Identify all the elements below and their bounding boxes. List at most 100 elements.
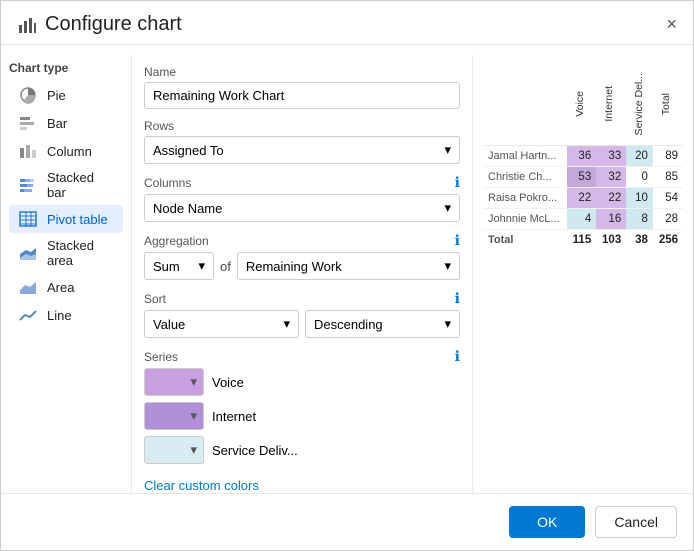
chart-icon [17, 15, 37, 35]
pie-label: Pie [47, 88, 66, 103]
sidebar-item-line[interactable]: Line [9, 301, 123, 329]
series-name-1: Internet [212, 409, 256, 424]
series-color-1[interactable]: ▾ [144, 402, 204, 430]
cell-3-3: 28 [653, 209, 683, 230]
pie-icon [17, 86, 39, 104]
sidebar-item-pivot-table[interactable]: Pivot table [9, 205, 123, 233]
table-row: Christie Ch... 53 32 0 85 [483, 167, 683, 188]
cell-0-1: 33 [596, 146, 626, 167]
pivot-table-label: Pivot table [47, 212, 108, 227]
name-input[interactable] [144, 82, 460, 109]
aggregation-func-chevron-icon: ▾ [198, 258, 205, 274]
total-1: 103 [596, 230, 626, 251]
pivot-table-icon [17, 210, 39, 228]
series-name-2: Service Deliv... [212, 443, 298, 458]
row-label-2: Raisa Pokro... [483, 188, 567, 209]
area-label: Area [47, 280, 74, 295]
pivot-header-empty [483, 63, 567, 146]
dialog-title: Configure chart [45, 13, 182, 36]
sort-by-value: Value [153, 317, 185, 332]
series-item-0: ▾ Voice [144, 368, 460, 396]
columns-info-icon: ℹ [455, 174, 460, 191]
config-panel: Name Rows Assigned To ▾ Columns ℹ Node N… [131, 55, 473, 493]
aggregation-field-select[interactable]: Remaining Work ▾ [237, 252, 460, 280]
series-name-0: Voice [212, 375, 244, 390]
rows-value: Assigned To [153, 143, 224, 158]
aggregation-row: Sum ▾ of Remaining Work ▾ [144, 252, 460, 280]
columns-select[interactable]: Node Name ▾ [144, 194, 460, 222]
pivot-header-internet: Internet [596, 63, 626, 146]
series-color-0-chevron: ▾ [190, 374, 197, 390]
table-row: Raisa Pokro... 22 22 10 54 [483, 188, 683, 209]
sort-by-select[interactable]: Value ▾ [144, 310, 299, 338]
sidebar-item-pie[interactable]: Pie [9, 81, 123, 109]
close-button[interactable]: × [662, 11, 681, 37]
sidebar-item-column[interactable]: Column [9, 137, 123, 165]
aggregation-field-value: Remaining Work [246, 259, 342, 274]
stacked-bar-icon [17, 176, 39, 194]
area-icon [17, 278, 39, 296]
sort-row: Value ▾ Descending ▾ [144, 310, 460, 338]
column-icon [17, 142, 39, 160]
rows-select[interactable]: Assigned To ▾ [144, 136, 460, 164]
pivot-header-service: Service Del... [626, 63, 653, 146]
sort-order-chevron-icon: ▾ [444, 316, 451, 332]
total-label: Total [483, 230, 567, 251]
cell-2-3: 54 [653, 188, 683, 209]
clear-custom-colors-link[interactable]: Clear custom colors [144, 478, 259, 493]
dialog-body: Chart type Pie [1, 45, 693, 493]
sidebar-item-stacked-bar[interactable]: Stacked bar [9, 165, 123, 205]
cell-1-1: 32 [596, 167, 626, 188]
sidebar-item-bar[interactable]: Bar [9, 109, 123, 137]
stacked-bar-label: Stacked bar [47, 170, 115, 200]
pivot-table: Voice Internet Service Del... Total [483, 63, 683, 250]
dialog-footer: OK Cancel [1, 493, 693, 550]
dialog-header: Configure chart × [1, 1, 693, 45]
aggregation-field-chevron-icon: ▾ [444, 258, 451, 274]
series-color-1-chevron: ▾ [190, 408, 197, 424]
cell-2-0: 22 [567, 188, 596, 209]
total-2: 38 [626, 230, 653, 251]
series-color-0[interactable]: ▾ [144, 368, 204, 396]
columns-label: Columns [144, 176, 191, 190]
columns-chevron-icon: ▾ [444, 200, 451, 216]
cell-2-2: 10 [626, 188, 653, 209]
sort-order-select[interactable]: Descending ▾ [305, 310, 460, 338]
bar-icon [17, 114, 39, 132]
sort-by-chevron-icon: ▾ [283, 316, 290, 332]
name-label: Name [144, 65, 460, 79]
aggregation-info-icon: ℹ [455, 232, 460, 249]
series-item-2: ▾ Service Deliv... [144, 436, 460, 464]
cell-3-1: 16 [596, 209, 626, 230]
aggregation-func-select[interactable]: Sum ▾ [144, 252, 214, 280]
cell-1-0: 53 [567, 167, 596, 188]
stacked-area-label: Stacked area [47, 238, 115, 268]
line-label: Line [47, 308, 72, 323]
cell-2-1: 22 [596, 188, 626, 209]
sort-label: Sort [144, 292, 166, 306]
row-label-3: Johnnie McL... [483, 209, 567, 230]
pivot-header-total: Total [653, 63, 683, 146]
table-row: Jamal Hartn... 36 33 20 89 [483, 146, 683, 167]
aggregation-func-value: Sum [153, 259, 180, 274]
cell-1-3: 85 [653, 167, 683, 188]
aggregation-of-text: of [220, 259, 231, 274]
sidebar-item-stacked-area[interactable]: Stacked area [9, 233, 123, 273]
sidebar-item-area[interactable]: Area [9, 273, 123, 301]
chart-type-panel: Chart type Pie [1, 55, 131, 493]
pivot-header-voice: Voice [567, 63, 596, 146]
ok-button[interactable]: OK [509, 506, 585, 538]
series-label: Series [144, 350, 178, 364]
rows-chevron-icon: ▾ [444, 142, 451, 158]
cell-1-2: 0 [626, 167, 653, 188]
cancel-button[interactable]: Cancel [595, 506, 677, 538]
row-label-1: Christie Ch... [483, 167, 567, 188]
series-color-2[interactable]: ▾ [144, 436, 204, 464]
bar-label: Bar [47, 116, 67, 131]
preview-panel: Voice Internet Service Del... Total [473, 55, 693, 493]
cell-0-0: 36 [567, 146, 596, 167]
aggregation-label: Aggregation [144, 234, 209, 248]
chart-type-label: Chart type [9, 61, 123, 75]
series-color-2-chevron: ▾ [190, 442, 197, 458]
series-item-1: ▾ Internet [144, 402, 460, 430]
